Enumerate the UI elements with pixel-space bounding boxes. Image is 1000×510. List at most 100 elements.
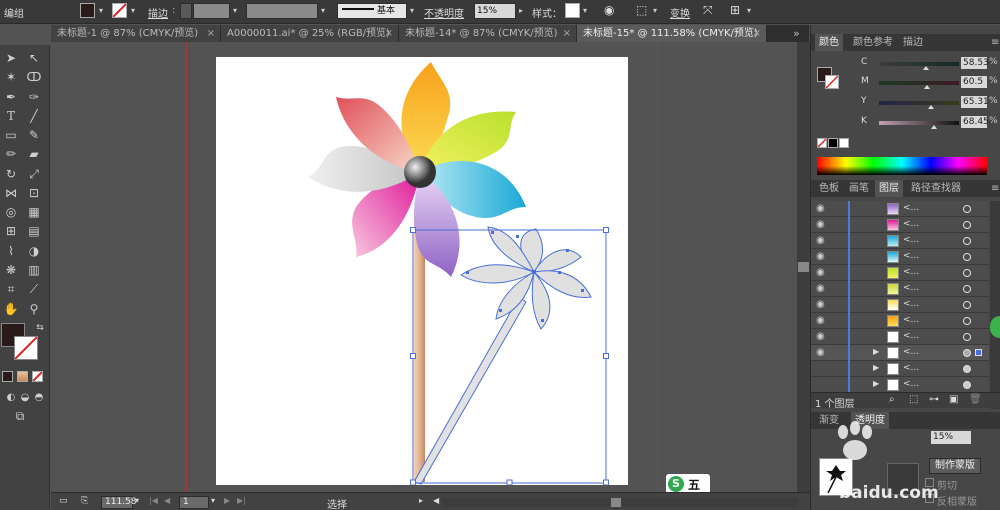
stroke-dropdown-icon[interactable]: ▾	[128, 4, 138, 18]
expand-triangle-icon[interactable]: ▶	[873, 379, 879, 388]
zoom-input[interactable]: 111.58	[101, 496, 137, 509]
opacity-arrow-icon[interactable]: ▸	[516, 4, 526, 18]
cyan-value[interactable]: 58.53	[961, 57, 989, 69]
stroke-color-box[interactable]	[14, 336, 38, 360]
last-artboard-icon[interactable]: ▶|	[237, 496, 246, 505]
stroke-weight-spinner[interactable]	[180, 3, 192, 19]
graph-tool-icon[interactable]: ▥	[24, 261, 44, 279]
style-dropdown-icon[interactable]: ▾	[580, 4, 590, 18]
layer-row[interactable]: ▶ <...	[811, 361, 989, 377]
artboard-dropdown-icon[interactable]: ▾	[211, 496, 215, 505]
visibility-eye-icon[interactable]: ◉	[816, 315, 825, 326]
stroke-weight-dropdown-icon[interactable]: ▾	[230, 4, 240, 18]
visibility-eye-icon[interactable]: ◉	[816, 235, 825, 246]
tab-a0000011[interactable]: A0000011.ai* @ 25% (RGB/预览) ×	[221, 25, 399, 42]
new-layer-icon[interactable]: ▣	[949, 394, 958, 405]
transparency-opacity-input[interactable]: 15%	[931, 431, 971, 444]
target-icon[interactable]	[963, 381, 971, 389]
white-swatch[interactable]	[839, 138, 849, 148]
fill-swatch[interactable]	[80, 3, 95, 18]
panel-menu-icon[interactable]: ≡	[987, 180, 1000, 197]
layers-scrollbar[interactable]	[990, 201, 1000, 409]
hscroll-left-icon[interactable]: ◀	[433, 496, 439, 505]
share-icon[interactable]: ⎘	[81, 496, 88, 506]
layer-row[interactable]: ◉ <...	[811, 217, 989, 233]
visibility-eye-icon[interactable]: ◉	[816, 299, 825, 310]
none-mode-icon[interactable]	[32, 371, 43, 382]
layer-row[interactable]: ◉ <...	[811, 297, 989, 313]
canvas-area[interactable]	[51, 42, 797, 492]
delete-layer-icon[interactable]: 🗑	[969, 394, 982, 405]
artboard[interactable]	[216, 57, 628, 486]
isolate-icon[interactable]: ⤧	[703, 3, 713, 18]
pencil-tool-icon[interactable]: ✏	[1, 145, 21, 163]
tab-untitled-1[interactable]: 未标题-1 @ 87% (CMYK/预览) ×	[51, 25, 221, 42]
artboard-tool-icon[interactable]: ⌗	[1, 280, 21, 298]
target-icon[interactable]	[963, 285, 971, 293]
paintbrush-tool-icon[interactable]: ✎	[24, 126, 44, 144]
layer-row[interactable]: ◉ <...	[811, 233, 989, 249]
visibility-eye-icon[interactable]: ◉	[816, 203, 825, 214]
target-icon[interactable]	[963, 317, 971, 325]
brush-dropdown-icon[interactable]: ▾	[407, 4, 417, 18]
tab-pathfinder[interactable]: 路径查找器	[907, 180, 965, 197]
target-icon[interactable]	[963, 365, 971, 373]
magenta-slider[interactable]	[879, 81, 959, 85]
opacity-label[interactable]: 不透明度	[424, 5, 464, 20]
gradient-mode-icon[interactable]	[17, 371, 28, 382]
eyedropper-tool-icon[interactable]: ⌇	[1, 242, 21, 260]
layer-row[interactable]: ◉ <...	[811, 249, 989, 265]
swap-fill-stroke-icon[interactable]: ⇆	[30, 319, 50, 337]
color-stroke-box[interactable]	[825, 75, 839, 89]
blend-tool-icon[interactable]: ◑	[24, 242, 44, 260]
prev-artboard-icon[interactable]: ◀	[164, 496, 170, 505]
graphic-style-swatch[interactable]	[565, 3, 580, 18]
profile-dropdown-icon[interactable]: ▾	[318, 4, 328, 18]
fill-dropdown-icon[interactable]: ▾	[96, 4, 106, 18]
layer-row[interactable]: ▶ <...	[811, 377, 989, 393]
expand-triangle-icon[interactable]: ▶	[873, 363, 879, 372]
layer-row[interactable]: ◉ <...	[811, 329, 989, 345]
close-icon[interactable]: ×	[207, 25, 215, 42]
width-tool-icon[interactable]: ⋈	[1, 184, 21, 202]
align-dropdown-icon[interactable]: ▾	[650, 4, 660, 18]
close-icon[interactable]: ×	[385, 25, 393, 42]
mesh-tool-icon[interactable]: ⊞	[1, 222, 21, 240]
target-icon[interactable]	[963, 205, 971, 213]
target-icon[interactable]	[963, 269, 971, 277]
make-mask-button[interactable]: 制作蒙版	[929, 458, 981, 474]
stroke-label[interactable]: 描边	[148, 5, 168, 20]
tab-untitled-15[interactable]: 未标题-15* @ 111.58% (CMYK/预览) ×	[577, 25, 767, 42]
horizontal-scrollbar[interactable]	[443, 498, 798, 507]
close-icon[interactable]: ×	[753, 25, 761, 42]
tab-color-guide[interactable]: 颜色参考	[849, 34, 897, 51]
visibility-eye-icon[interactable]: ◉	[816, 283, 825, 294]
screen-mode-icon[interactable]: ⧉	[10, 407, 30, 425]
layer-row[interactable]: ◉ <...	[811, 201, 989, 217]
draw-inside-icon[interactable]: ◓	[29, 389, 49, 407]
slice-tool-icon[interactable]: ⟋	[24, 280, 44, 298]
tab-color[interactable]: 颜色	[815, 34, 843, 51]
target-icon[interactable]	[963, 253, 971, 261]
scroll-thumb[interactable]	[798, 262, 809, 272]
layer-row[interactable]: ◉ <...	[811, 313, 989, 329]
cyan-knob[interactable]	[922, 66, 929, 70]
locate-object-icon[interactable]: ⌕	[889, 394, 895, 405]
zoom-tool-icon[interactable]: ⚲	[24, 300, 44, 318]
rectangle-tool-icon[interactable]: ▭	[1, 126, 21, 144]
arrange-icon[interactable]: ⊞	[730, 3, 740, 17]
target-icon[interactable]	[963, 333, 971, 341]
yellow-slider-row[interactable]: Y 65.31 %	[861, 96, 1000, 110]
target-icon[interactable]	[963, 237, 971, 245]
scale-tool-icon[interactable]: ⤢	[24, 165, 44, 183]
pen-tool-icon[interactable]: ✒	[1, 88, 21, 106]
new-sublayer-icon[interactable]: ⊶	[929, 394, 939, 405]
magenta-knob[interactable]	[924, 85, 931, 89]
align-icon[interactable]: ⬚	[636, 3, 647, 17]
selection-tool-icon[interactable]: ➤	[1, 49, 21, 67]
black-value[interactable]: 68.45	[961, 116, 989, 128]
tab-layers[interactable]: 图层	[875, 180, 903, 197]
panel-menu-icon[interactable]: ≡	[987, 34, 1000, 51]
more-tabs-icon[interactable]: »	[787, 25, 809, 42]
target-icon[interactable]	[963, 221, 971, 229]
